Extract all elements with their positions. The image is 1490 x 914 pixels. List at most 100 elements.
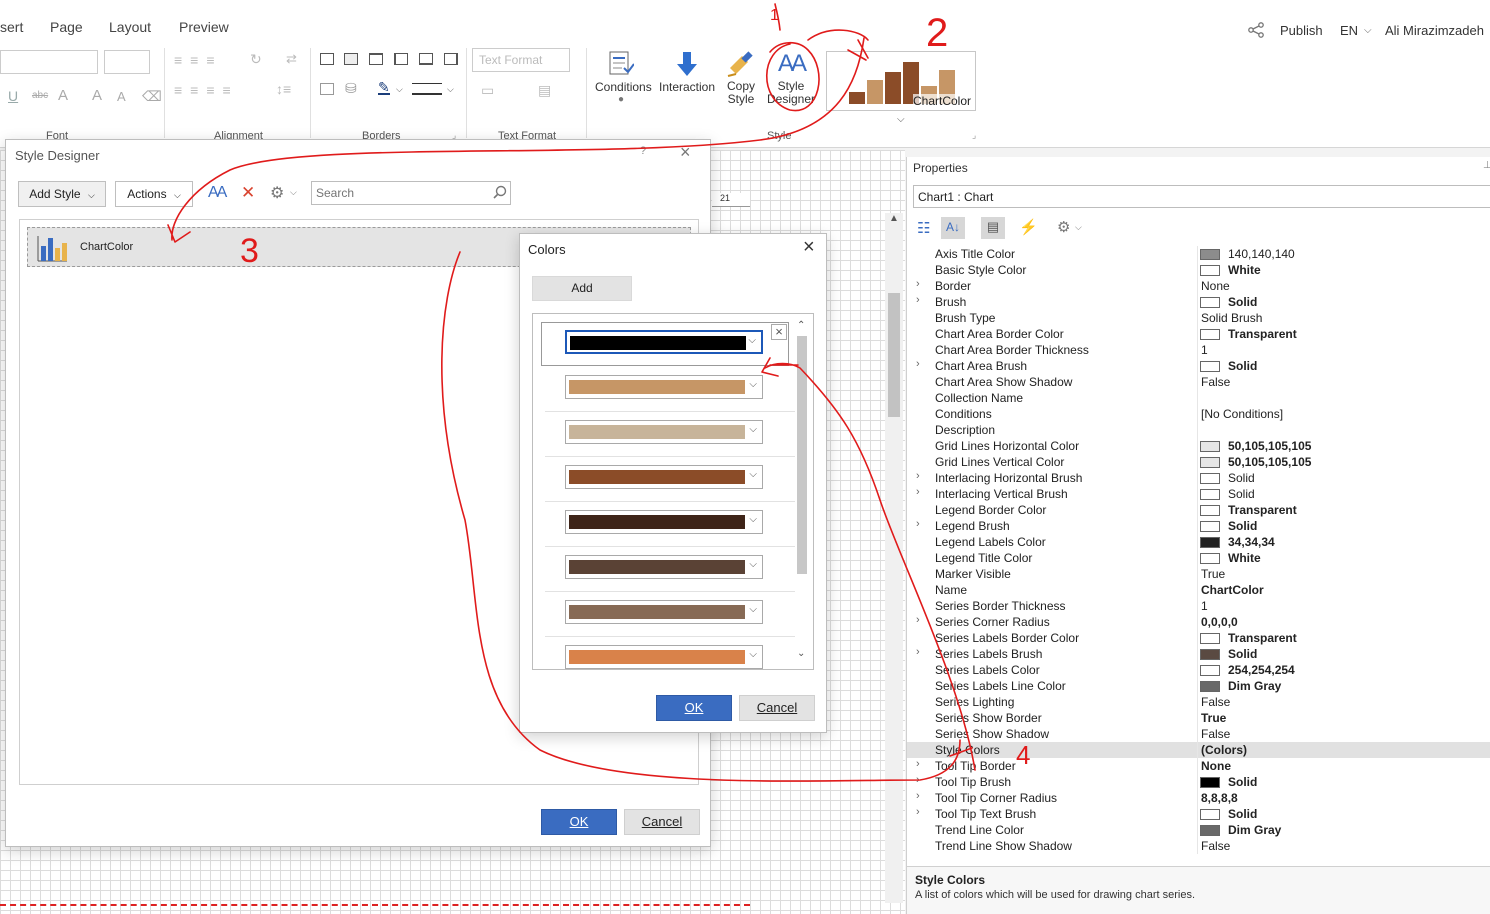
expand-chevron-icon[interactable]: › — [916, 774, 920, 786]
property-value[interactable]: 8,8,8,8 — [1201, 791, 1238, 805]
property-row[interactable]: Trend Line Show Shadow False — [907, 838, 1490, 854]
expand-chevron-icon[interactable]: › — [916, 614, 920, 626]
scroll-up-icon[interactable]: ⌃ — [797, 320, 805, 331]
chevron-down-icon[interactable]: ⌵ — [290, 187, 297, 198]
property-row[interactable]: Series Labels Color 254,254,254 — [907, 662, 1490, 678]
property-value[interactable]: 254,254,254 — [1228, 663, 1295, 677]
pin-icon[interactable]: ⊥ — [1483, 160, 1490, 171]
property-value[interactable]: True — [1201, 711, 1226, 725]
border-left-icon[interactable] — [394, 53, 408, 65]
expand-chevron-icon[interactable]: › — [916, 758, 920, 770]
horizontal-align-icons[interactable]: ≡≡≡≡ — [174, 82, 239, 98]
property-value[interactable]: False — [1201, 839, 1230, 853]
property-value[interactable]: Solid — [1228, 471, 1255, 485]
color-picker[interactable]: ⌵ — [565, 645, 763, 669]
eraser-icon[interactable]: ⌫ — [142, 88, 162, 105]
border-bottom-icon[interactable] — [419, 53, 433, 65]
close-icon[interactable]: × — [803, 236, 815, 259]
property-value[interactable]: False — [1201, 695, 1230, 709]
categorized-icon[interactable]: ☷ — [917, 219, 930, 237]
rotate-icon[interactable]: ↻ — [250, 51, 262, 68]
scroll-up-icon[interactable]: ▲ — [889, 213, 899, 224]
chevron-down-icon[interactable]: ⌵ — [447, 84, 454, 95]
tab-preview[interactable]: Preview — [179, 19, 229, 35]
format-options-icon[interactable]: ▤ — [538, 82, 551, 99]
font-size-select[interactable] — [104, 50, 150, 74]
property-row[interactable]: › Tool Tip Brush Solid — [907, 774, 1490, 790]
property-row[interactable]: Grid Lines Vertical Color 50,105,105,105 — [907, 454, 1490, 470]
style-designer-button[interactable]: AA Style Designer — [766, 50, 816, 106]
add-style-button[interactable]: Add Style ⌵ — [18, 181, 106, 207]
border-outside-icon[interactable] — [344, 53, 358, 65]
copy-style-button[interactable]: Copy Style — [722, 50, 760, 106]
property-value[interactable]: Transparent — [1228, 631, 1297, 645]
font-color-icon[interactable]: A — [58, 87, 68, 104]
property-value[interactable]: 50,105,105,105 — [1228, 455, 1311, 469]
chevron-down-icon[interactable]: ⌵ — [396, 84, 403, 95]
alphabetical-icon[interactable]: A↓ — [941, 217, 965, 239]
search-icon[interactable] — [493, 185, 507, 199]
property-value[interactable]: Solid — [1228, 775, 1257, 789]
gear-icon[interactable]: ⚙ — [270, 183, 284, 203]
grow-font-icon[interactable]: A — [92, 87, 102, 104]
expand-chevron-icon[interactable]: › — [916, 470, 920, 482]
dialog-launcher-icon[interactable]: ⌟ — [972, 130, 976, 141]
property-value[interactable]: True — [1201, 567, 1225, 581]
fill-bucket-icon[interactable]: ⛁ — [345, 80, 357, 97]
ok-button[interactable]: OK — [656, 695, 732, 721]
style-designer-icon[interactable]: AA — [208, 184, 227, 202]
property-value[interactable]: False — [1201, 375, 1230, 389]
tab-page[interactable]: Page — [50, 19, 83, 35]
actions-button[interactable]: Actions ⌵ — [115, 181, 193, 207]
scroll-thumb[interactable] — [797, 336, 807, 574]
property-value[interactable]: Solid — [1228, 519, 1257, 533]
interaction-button[interactable]: Interaction — [659, 50, 715, 94]
property-value[interactable]: 1 — [1201, 343, 1208, 357]
property-value[interactable]: Solid — [1228, 487, 1255, 501]
color-picker[interactable]: ⌵ — [565, 510, 763, 534]
property-row[interactable]: › Interlacing Horizontal Brush Solid — [907, 470, 1490, 486]
property-value[interactable]: 50,105,105,105 — [1228, 439, 1311, 453]
property-row[interactable]: Series Labels Border Color Transparent — [907, 630, 1490, 646]
property-row[interactable]: Legend Labels Color 34,34,34 — [907, 534, 1490, 550]
property-value[interactable]: Solid — [1228, 295, 1257, 309]
text-format-select[interactable]: Text Format — [472, 48, 570, 72]
user-name[interactable]: Ali Mirazimzadeh — [1385, 23, 1484, 38]
expand-chevron-icon[interactable]: › — [916, 646, 920, 658]
search-input[interactable] — [316, 185, 486, 201]
delete-icon[interactable]: ✕ — [241, 183, 255, 203]
property-row[interactable]: Brush Type Solid Brush — [907, 310, 1490, 326]
property-row[interactable]: › Series Labels Brush Solid — [907, 646, 1490, 662]
property-row[interactable]: Trend Line Color Dim Gray — [907, 822, 1490, 838]
property-value[interactable]: Dim Gray — [1228, 823, 1281, 837]
property-row[interactable]: › Tool Tip Text Brush Solid — [907, 806, 1490, 822]
property-value[interactable]: (Colors) — [1201, 743, 1247, 757]
property-row[interactable]: Series Border Thickness 1 — [907, 598, 1490, 614]
property-value[interactable]: 0,0,0,0 — [1201, 615, 1238, 629]
events-icon[interactable]: ⚡ — [1019, 218, 1038, 236]
share-icon[interactable] — [1247, 22, 1265, 38]
shadow-icon[interactable] — [320, 83, 334, 95]
color-picker[interactable]: ⌵ — [565, 330, 763, 354]
add-color-button[interactable]: Add — [532, 276, 632, 301]
property-row[interactable]: Series Labels Line Color Dim Gray — [907, 678, 1490, 694]
property-row[interactable]: › Series Corner Radius 0,0,0,0 — [907, 614, 1490, 630]
close-icon[interactable]: × — [680, 142, 691, 163]
property-row[interactable]: Axis Title Color 140,140,140 — [907, 246, 1490, 262]
underline-icon[interactable]: U — [8, 88, 18, 104]
expand-chevron-icon[interactable]: › — [916, 278, 920, 290]
property-row[interactable]: Series Show Border True — [907, 710, 1490, 726]
property-value[interactable]: Solid — [1228, 359, 1257, 373]
scroll-thumb[interactable] — [888, 293, 900, 417]
expand-chevron-icon[interactable]: › — [916, 486, 920, 498]
property-row[interactable]: Grid Lines Horizontal Color 50,105,105,10… — [907, 438, 1490, 454]
border-all-icon[interactable] — [320, 53, 334, 65]
property-value[interactable]: None — [1201, 759, 1231, 773]
chartcolor-style-gallery-item[interactable]: ChartColor — [826, 51, 976, 111]
line-spacing-icon[interactable]: ↕≡ — [276, 81, 291, 97]
border-top-icon[interactable] — [369, 53, 383, 65]
property-row[interactable]: Chart Area Border Color Transparent — [907, 326, 1490, 342]
cancel-button[interactable]: Cancel — [739, 695, 815, 721]
color-picker[interactable]: ⌵ — [565, 465, 763, 489]
property-row[interactable]: Legend Border Color Transparent — [907, 502, 1490, 518]
